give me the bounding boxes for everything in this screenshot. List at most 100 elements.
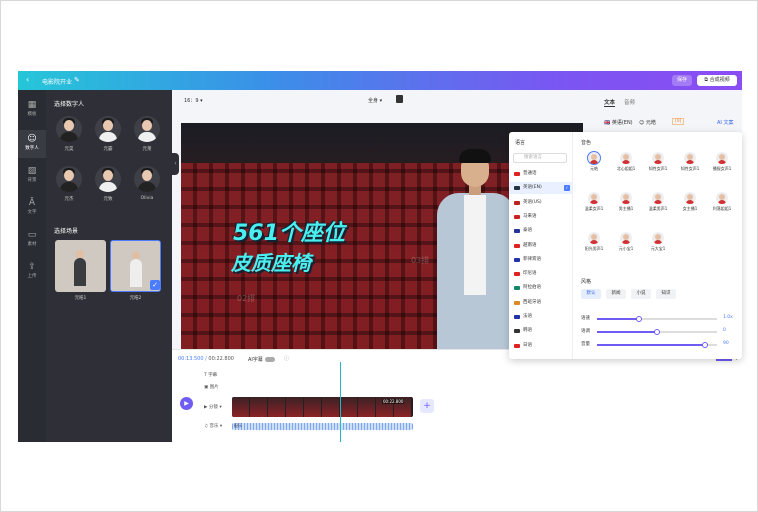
- voice-avatar: [684, 152, 696, 164]
- video-clip-track[interactable]: 00:22.800: [232, 397, 413, 417]
- language-item[interactable]: 西班牙语: [509, 297, 573, 309]
- tab-audio[interactable]: 音频: [624, 98, 635, 106]
- voice-name: 知性女声1: [648, 166, 668, 171]
- flag-icon: [514, 229, 520, 234]
- slider-knob[interactable]: [654, 329, 660, 335]
- avatar-card[interactable]: [56, 116, 82, 142]
- back-icon[interactable]: ‹: [26, 75, 29, 84]
- badge: [0]: [672, 118, 685, 125]
- scene-card-selected[interactable]: ✓: [110, 240, 161, 292]
- style-button[interactable]: 新闻: [606, 289, 626, 299]
- nav-item-material[interactable]: ▭ 素材: [18, 226, 46, 254]
- ai-caption-toggle[interactable]: AI字幕: [248, 356, 275, 363]
- tab-text[interactable]: 文本: [604, 98, 616, 107]
- current-time: 00:13.500: [178, 356, 204, 362]
- nav-item-template[interactable]: ▦ 模板: [18, 96, 46, 124]
- voice-settings-dropdown: 语言 搜索语言 普通话 英语(EN) ✓ 英语(US) 马来语 泰语 越南语 菲律宾语 印尼语阿…: [509, 132, 742, 359]
- language-item[interactable]: 泰语: [509, 225, 573, 237]
- nav-item-text[interactable]: Ā 文字: [18, 194, 46, 222]
- nav-label: 素材: [27, 242, 37, 247]
- framing-select[interactable]: 全身 ▾: [368, 97, 382, 104]
- language-item[interactable]: 日语: [509, 340, 573, 352]
- style-button[interactable]: 知识: [656, 289, 676, 299]
- voice-option[interactable]: 元大宝1: [644, 232, 672, 252]
- language-item[interactable]: 印尼语: [509, 268, 573, 280]
- audio-track[interactable]: 配乐: [232, 423, 413, 430]
- play-button[interactable]: ▶: [180, 397, 193, 410]
- clip-duration: 00:22.800: [382, 399, 405, 404]
- setting-slider[interactable]: [597, 329, 717, 335]
- avatar-name: 元莱: [142, 147, 152, 152]
- style-button[interactable]: 小说: [631, 289, 651, 299]
- voice-avatar: [620, 232, 632, 244]
- nav-item-digital-human[interactable]: ☺ 数字人: [18, 130, 46, 158]
- setting-slider[interactable]: [597, 342, 717, 348]
- language-item[interactable]: 马来语: [509, 211, 573, 223]
- playhead[interactable]: [340, 362, 341, 442]
- voice-option[interactable]: 北心姐姐1: [612, 152, 640, 172]
- language-item[interactable]: 菲律宾语: [509, 254, 573, 266]
- digital-human-presenter[interactable]: [431, 149, 521, 349]
- voice-option[interactable]: 女主播1: [676, 192, 704, 212]
- avatar-card[interactable]: [134, 166, 160, 192]
- voice-option[interactable]: 阳光男声1: [580, 232, 608, 252]
- nav-item-upload[interactable]: ⇪ 上传: [18, 258, 46, 286]
- export-button[interactable]: ⧉ 合成视频: [697, 75, 737, 86]
- avatar-card[interactable]: [134, 116, 160, 142]
- language-item[interactable]: 法语: [509, 311, 573, 323]
- person-icon: ☺: [27, 134, 37, 144]
- language-item[interactable]: 普通话: [509, 168, 573, 180]
- language-item[interactable]: 英语(EN) ✓: [509, 182, 573, 195]
- voice-option[interactable]: 利落姐姐1: [708, 192, 736, 212]
- voice-option[interactable]: 元皓: [580, 151, 608, 172]
- slider-knob[interactable]: [702, 342, 708, 348]
- voice-avatar: [588, 232, 600, 244]
- voice-option[interactable]: 男主播1: [612, 192, 640, 212]
- setting-slider[interactable]: [597, 316, 717, 322]
- language-search-input[interactable]: 搜索语言: [513, 153, 567, 163]
- voice-option[interactable]: 温柔女声1: [580, 192, 608, 212]
- voice-select[interactable]: ☺ 元皓: [639, 119, 656, 126]
- zoom-slider[interactable]: [716, 359, 732, 361]
- slider-value: 1.0x: [723, 315, 733, 320]
- style-button[interactable]: 默认: [581, 289, 601, 299]
- language-item[interactable]: 越南语: [509, 240, 573, 252]
- toggle-switch[interactable]: [264, 357, 275, 362]
- voice-option[interactable]: 温柔男声1: [644, 192, 672, 212]
- caption-line-2[interactable]: 皮质座椅: [231, 247, 311, 276]
- aspect-ratio-select[interactable]: 16：9 ▾: [184, 97, 203, 104]
- language-name: 越南语: [523, 242, 537, 248]
- flag-icon: [514, 200, 520, 205]
- upload-icon: ⇪: [28, 262, 36, 272]
- title-bar: ‹ 电影院开业 ✎ 保存 ⧉ 合成视频: [18, 71, 742, 90]
- avatar-card[interactable]: [95, 166, 121, 192]
- track-label-music: ♫ 音乐 ▾: [204, 424, 223, 429]
- ai-copy-button[interactable]: AI 文案: [717, 119, 734, 126]
- language-item[interactable]: 韩语: [509, 325, 573, 337]
- caption-line-1[interactable]: 561个座位: [233, 215, 345, 247]
- voice-option[interactable]: 播报女声1: [708, 152, 736, 172]
- save-button[interactable]: 保存: [672, 75, 692, 86]
- avatar-card[interactable]: [95, 116, 121, 142]
- export-label: 合成视频: [709, 77, 730, 83]
- voice-name: 元大宝1: [650, 246, 666, 251]
- layout-icon[interactable]: [396, 95, 403, 103]
- scene-card[interactable]: [55, 240, 106, 292]
- add-clip-button[interactable]: +: [420, 399, 434, 413]
- edit-icon[interactable]: ✎: [74, 76, 80, 84]
- voice-option[interactable]: 元小宝1: [612, 232, 640, 252]
- avatar-card[interactable]: [56, 166, 82, 192]
- voice-name: 男主播1: [618, 206, 634, 211]
- language-select[interactable]: 🇬🇧 英语(EN): [604, 119, 633, 126]
- voice-option[interactable]: 知性女声1: [644, 152, 672, 172]
- slider-knob[interactable]: [636, 316, 642, 322]
- nav-item-background[interactable]: ▨ 背景: [18, 162, 46, 190]
- project-name[interactable]: 电影院开业: [42, 77, 72, 86]
- collapse-panel-icon[interactable]: ‹: [172, 153, 179, 175]
- voice-name: 利落姐姐1: [712, 206, 732, 211]
- voice-option[interactable]: 知性女声1: [676, 152, 704, 172]
- language-item[interactable]: 英语(US): [509, 197, 573, 209]
- info-icon[interactable]: ⓘ: [284, 355, 289, 362]
- language-item[interactable]: 阿拉伯语: [509, 282, 573, 294]
- row-marker: 03排: [411, 256, 430, 265]
